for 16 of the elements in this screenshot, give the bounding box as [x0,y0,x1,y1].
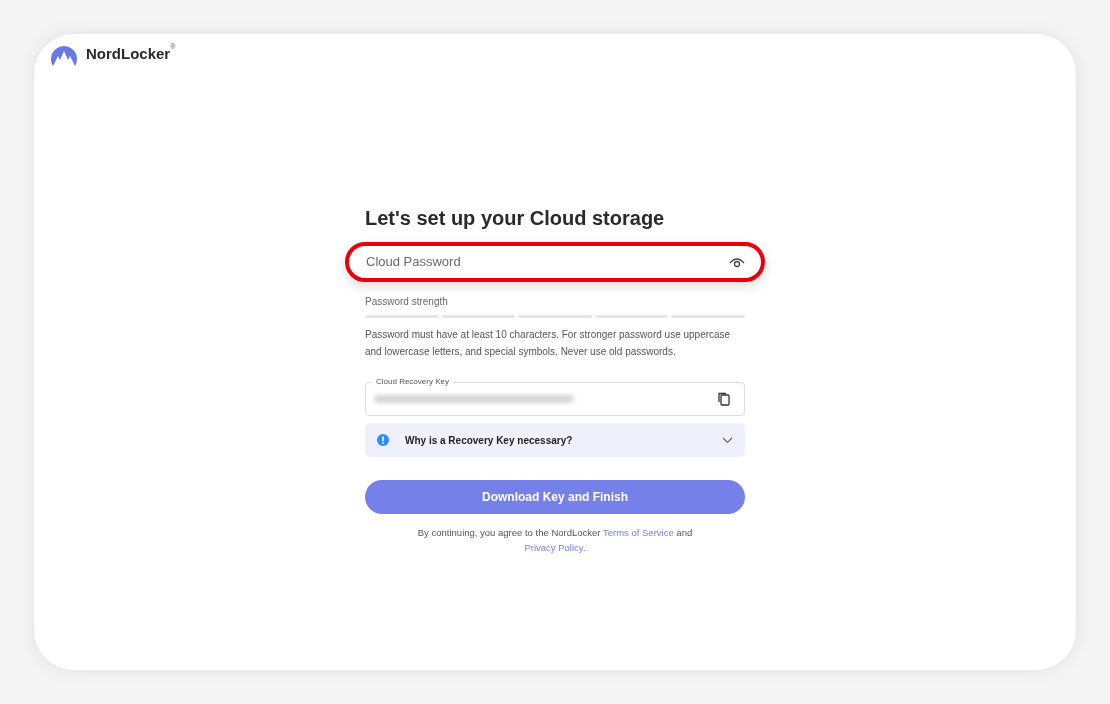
password-hint: Password must have at least 10 characters. For stronger password use uppercase and lowercase letters, and special symbols. Never use old passwords. [365,328,732,359]
privacy-link[interactable]: Privacy Policy [524,542,583,553]
field-label: Cloud Recovery Key [372,376,453,388]
strength-label: Password strength [365,295,449,309]
terms-link[interactable]: Terms of Service [602,527,674,538]
chevron-icon [722,436,733,444]
eye-icon[interactable] [729,256,745,268]
info-icon [377,434,389,446]
download-button[interactable]: Download Key and Finish [365,480,745,514]
copy-icon[interactable] [718,392,730,406]
page-title: Let's set up your Cloud storage [365,206,666,230]
faq-toggle[interactable]: Why is a Recovery Key necessary? [365,423,745,457]
brand-name: NordLocker [86,45,171,62]
password-field[interactable]: Cloud Password [345,242,765,282]
terms-notice: By continuing, you agree to the NordLocker Terms of Service and Privacy Policy. [416,526,694,555]
password-input[interactable]: Cloud Password [364,251,729,273]
